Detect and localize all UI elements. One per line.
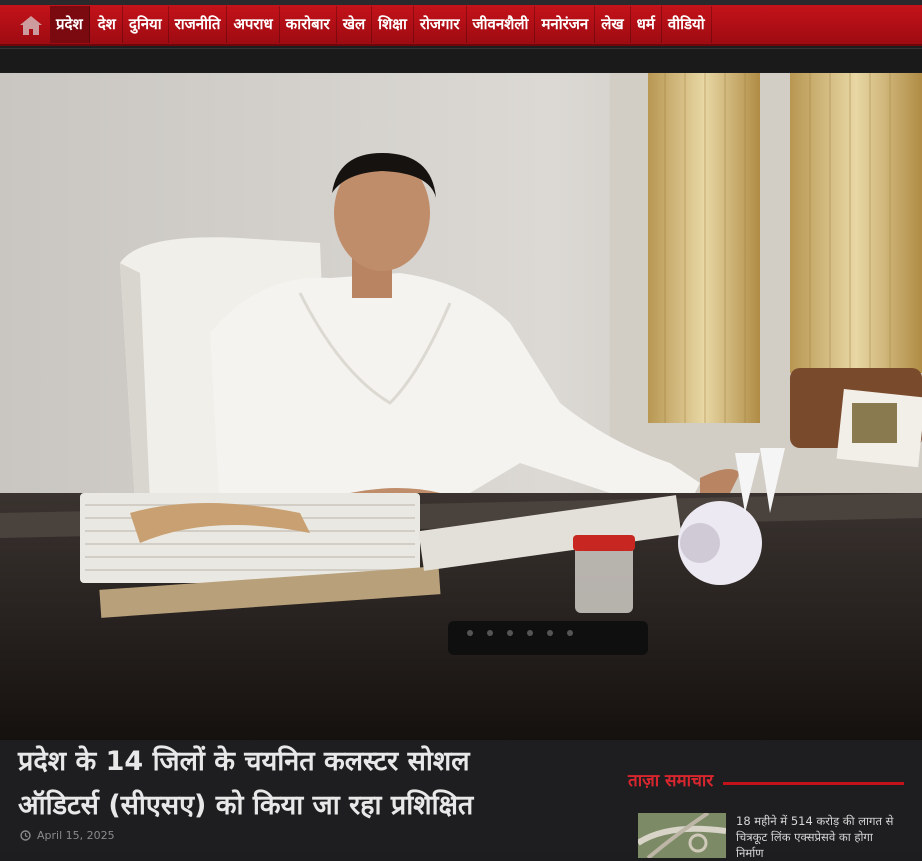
nav-item-khel[interactable]: खेल [337, 6, 373, 43]
nav-item-duniya[interactable]: दुनिया [123, 6, 169, 43]
article-summary: प्रदेश के 14 जिलों के चयनित कलस्टर सोशल … [0, 740, 922, 860]
nav-item-manoranjan[interactable]: मनोरंजन [535, 6, 596, 43]
article-date: April 15, 2025 [20, 829, 115, 842]
main-nav: प्रदेश देश दुनिया राजनीति अपराध कारोबार … [0, 5, 922, 46]
news-item-title[interactable]: 18 महीने में 514 करोड़ की लागत से चित्रक… [736, 813, 904, 861]
sub-bar [0, 48, 922, 72]
nav-item-jeevanshaili[interactable]: जीवनशैली [467, 6, 536, 43]
widget-title-underline [723, 782, 904, 785]
nav-item-lekh[interactable]: लेख [595, 6, 631, 43]
widget-title: ताज़ा समाचार [628, 771, 714, 791]
news-thumbnail[interactable] [638, 813, 726, 858]
nav-item-pradesh[interactable]: प्रदेश [50, 6, 90, 43]
home-icon [20, 15, 42, 35]
nav-item-video[interactable]: वीडियो [662, 6, 712, 43]
article-date-text: April 15, 2025 [37, 829, 115, 842]
nav-item-rajniti[interactable]: राजनीति [169, 6, 228, 43]
home-button[interactable] [12, 6, 50, 43]
latest-news-item[interactable]: 18 महीने में 514 करोड़ की लागत से चित्रक… [638, 813, 904, 861]
article-title[interactable]: प्रदेश के 14 जिलों के चयनित कलस्टर सोशल … [18, 740, 578, 828]
article-title-line-2: ऑडिटर्स (सीएसए) को किया जा रहा प्रशिक्षि… [18, 790, 474, 821]
clock-icon [20, 830, 31, 841]
article-hero-image[interactable] [0, 73, 922, 740]
nav-item-karobar[interactable]: कारोबार [280, 6, 337, 43]
nav-item-dharm[interactable]: धर्म [631, 6, 662, 43]
nav-item-desh[interactable]: देश [92, 6, 123, 43]
nav-item-rojgar[interactable]: रोजगार [414, 6, 467, 43]
nav-item-apradh[interactable]: अपराध [227, 6, 280, 43]
article-title-line-1: प्रदेश के 14 जिलों के चयनित कलस्टर सोशल [18, 746, 470, 777]
latest-news-widget: ताज़ा समाचार [628, 768, 904, 791]
nav-item-shiksha[interactable]: शिक्षा [372, 6, 414, 43]
